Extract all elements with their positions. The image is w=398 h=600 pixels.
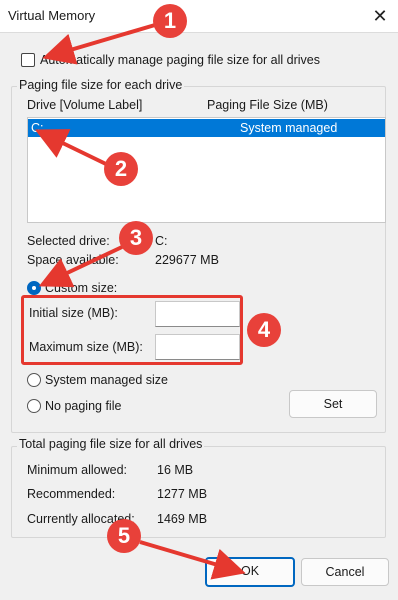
annotation-callout-5: 5 [107, 519, 141, 553]
annotation-callout-2: 2 [104, 152, 138, 186]
arrow-3 [38, 245, 123, 288]
arrow-5 [139, 540, 246, 580]
arrow-2 [34, 129, 109, 167]
annotation-callout-1: 1 [153, 4, 187, 38]
arrow-1 [42, 23, 156, 65]
annotation-arrows [34, 23, 246, 580]
annotation-callout-4: 4 [247, 313, 281, 347]
annotation-callout-3: 3 [119, 221, 153, 255]
